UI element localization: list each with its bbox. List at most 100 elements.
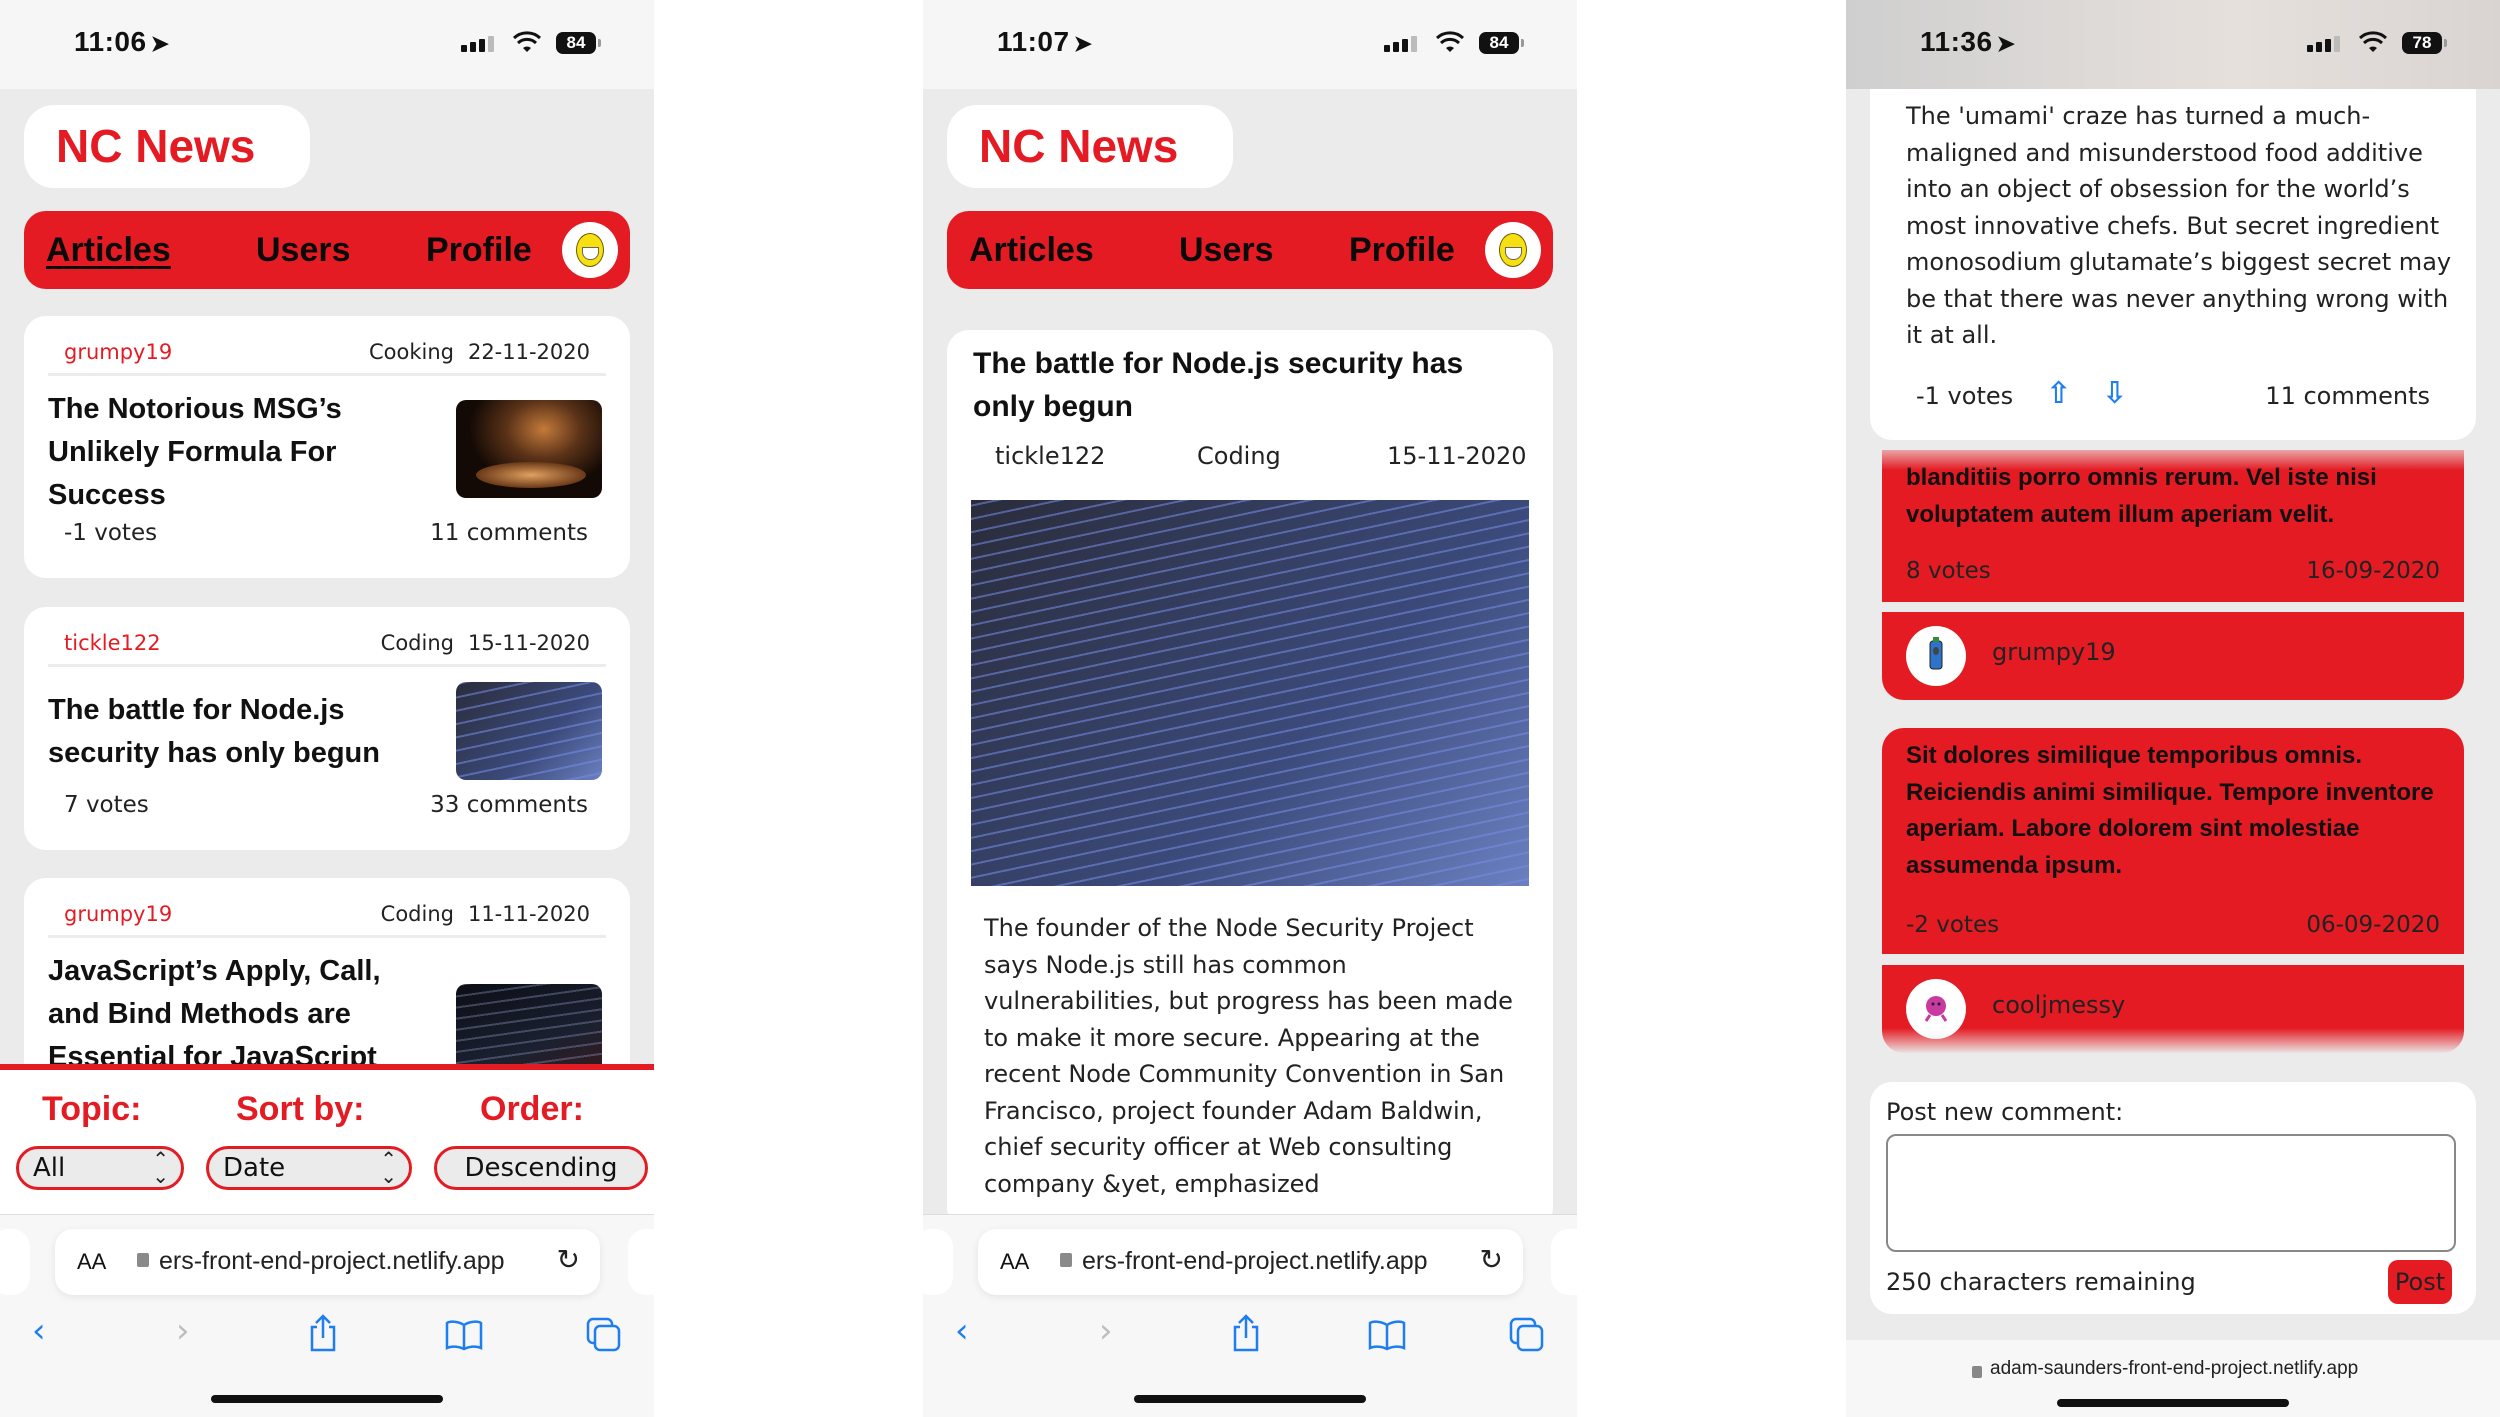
text-size-button[interactable]: AA <box>1000 1249 1029 1275</box>
comment-author-row[interactable]: grumpy19 <box>1882 612 2464 700</box>
home-indicator <box>1134 1395 1366 1403</box>
topic-select[interactable]: All ⌃ ⌄ <box>16 1146 184 1190</box>
article-comment-count[interactable]: 11 comments <box>430 520 588 546</box>
article-topic: Cooking <box>369 340 454 364</box>
cellular-signal-icon <box>461 36 494 52</box>
site-logo[interactable]: NC News <box>24 105 310 188</box>
share-icon[interactable] <box>1229 1313 1263 1353</box>
order-toggle-button[interactable]: Descending <box>434 1146 648 1190</box>
article-detail-card: The 'umami' craze has turned a much-mali… <box>1870 60 2476 440</box>
url-text[interactable]: ers-front-end-project.netlify.app <box>159 1247 505 1276</box>
article-date: 11-11-2020 <box>467 902 590 926</box>
new-comment-form: Post new comment: 250 characters remaini… <box>1870 1082 2476 1314</box>
article-votes: 7 votes <box>64 792 149 818</box>
previous-tab-pill[interactable] <box>923 1229 953 1295</box>
nav-profile[interactable]: Profile <box>1349 211 1455 289</box>
nav-articles[interactable]: Articles <box>46 211 171 289</box>
share-icon[interactable] <box>306 1313 340 1353</box>
browser-compact-url-bar[interactable]: adam-saunders-front-end-project.netlify.… <box>1846 1340 2500 1417</box>
avatar-robot-icon <box>1929 637 1943 670</box>
article-thumbnail <box>456 400 602 498</box>
downvote-arrow-icon[interactable]: ⇩ <box>2102 376 2127 411</box>
site-logo[interactable]: NC News <box>947 105 1233 188</box>
nav-profile[interactable]: Profile <box>426 211 532 289</box>
cellular-signal-icon <box>2307 36 2340 52</box>
comment-votes: -2 votes <box>1906 912 2000 938</box>
status-time: 11:06 ➤ <box>74 26 170 58</box>
back-icon[interactable]: ‹ <box>32 1311 46 1351</box>
article-title[interactable]: The battle for Node.js security has only… <box>48 689 428 775</box>
tabs-icon[interactable] <box>1509 1317 1545 1353</box>
sort-select[interactable]: Date ⌃ ⌄ <box>206 1146 412 1190</box>
article-meta: grumpy19 Coding 11-11-2020 <box>48 902 606 938</box>
article-author[interactable]: tickle122 <box>995 442 1105 470</box>
main-nav: Articles Users Profile <box>947 211 1553 289</box>
smiley-avatar-icon <box>1499 233 1527 267</box>
url-text[interactable]: ers-front-end-project.netlify.app <box>1082 1247 1428 1276</box>
comment-votes: 8 votes <box>1906 558 1991 584</box>
smiley-avatar-icon <box>576 233 604 267</box>
article-card[interactable]: grumpy19 Cooking 22-11-2020 The Notoriou… <box>24 316 630 578</box>
article-body: The founder of the Node Security Project… <box>984 914 1513 1198</box>
article-comment-count[interactable]: 33 comments <box>430 792 588 818</box>
next-tab-pill[interactable] <box>628 1229 654 1295</box>
article-topic: Coding <box>1197 442 1281 470</box>
select-chevron-icon: ⌃ ⌄ <box>152 1147 169 1188</box>
article-title: The battle for Node.js security has only… <box>973 347 1464 423</box>
new-comment-label: Post new comment: <box>1886 1098 2124 1126</box>
home-indicator <box>211 1395 443 1403</box>
forward-icon[interactable]: › <box>1099 1311 1113 1351</box>
reload-icon[interactable]: ↻ <box>557 1243 580 1276</box>
wifi-icon <box>2358 31 2388 52</box>
user-avatar[interactable] <box>562 222 618 278</box>
comment-date: 06-09-2020 <box>2306 912 2440 938</box>
nav-users[interactable]: Users <box>1179 211 1274 289</box>
phone-screen-comments: The 'umami' craze has turned a much-mali… <box>1846 0 2500 1417</box>
article-title[interactable]: The Notorious MSG’s Unlikely Formula For… <box>48 388 428 517</box>
address-bar[interactable]: AA ers-front-end-project.netlify.app ↻ <box>978 1229 1523 1295</box>
location-arrow-icon: ➤ <box>1996 31 2016 56</box>
next-tab-pill[interactable] <box>1551 1229 1577 1295</box>
comment-author[interactable]: cooljmessy <box>1992 991 2125 1019</box>
text-size-button[interactable]: AA <box>77 1249 106 1275</box>
user-avatar[interactable] <box>1485 222 1541 278</box>
article-meta: tickle122 Coding 15-11-2020 <box>48 631 606 667</box>
article-author[interactable]: tickle122 <box>64 631 161 655</box>
topic-select-value: All <box>33 1153 66 1183</box>
article-card[interactable]: tickle122 Coding 15-11-2020 The battle f… <box>24 607 630 850</box>
article-author[interactable]: grumpy19 <box>64 902 172 926</box>
battery-icon: 84 <box>1479 32 1524 54</box>
article-image <box>971 500 1529 886</box>
bookmarks-icon[interactable] <box>1367 1319 1407 1351</box>
url-text[interactable]: adam-saunders-front-end-project.netlify.… <box>1990 1358 2358 1380</box>
battery-icon: 78 <box>2402 32 2447 54</box>
article-title[interactable]: JavaScript’s Apply, Call, and Bind Metho… <box>48 950 428 1079</box>
new-comment-textarea[interactable] <box>1886 1134 2456 1252</box>
phone-screen-articles: 11:06 ➤ 84 NC News Articles Users Profile… <box>0 0 654 1417</box>
comment-body: Sit dolores similique temporibus omnis. … <box>1906 742 2434 879</box>
main-nav: Articles Users Profile <box>24 211 630 289</box>
article-body: The 'umami' craze has turned a much-mali… <box>1906 102 2452 349</box>
browser-toolbar: AA ers-front-end-project.netlify.app ↻ ‹… <box>923 1214 1577 1417</box>
wifi-icon <box>512 31 542 52</box>
post-comment-button[interactable]: Post <box>2388 1260 2452 1304</box>
bookmarks-icon[interactable] <box>444 1319 484 1351</box>
tabs-icon[interactable] <box>586 1317 622 1353</box>
article-votes: -1 votes <box>1916 382 2014 410</box>
comment-card: Sit dolores similique temporibus omnis. … <box>1882 728 2464 954</box>
time-text: 11:06 <box>74 26 147 57</box>
comment-author[interactable]: grumpy19 <box>1992 638 2116 666</box>
nav-users[interactable]: Users <box>256 211 351 289</box>
upvote-arrow-icon[interactable]: ⇧ <box>2046 376 2071 411</box>
forward-icon[interactable]: › <box>176 1311 190 1351</box>
comment-date: 16-09-2020 <box>2306 558 2440 584</box>
nav-articles[interactable]: Articles <box>969 211 1094 289</box>
battery-icon: 84 <box>556 32 601 54</box>
reload-icon[interactable]: ↻ <box>1480 1243 1503 1276</box>
article-author[interactable]: grumpy19 <box>64 340 172 364</box>
time-text: 11:36 <box>1920 26 1993 57</box>
previous-tab-pill[interactable] <box>0 1229 30 1295</box>
address-bar[interactable]: AA ers-front-end-project.netlify.app ↻ <box>55 1229 600 1295</box>
back-icon[interactable]: ‹ <box>955 1311 969 1351</box>
status-bar: 11:06 ➤ 84 <box>0 0 654 89</box>
